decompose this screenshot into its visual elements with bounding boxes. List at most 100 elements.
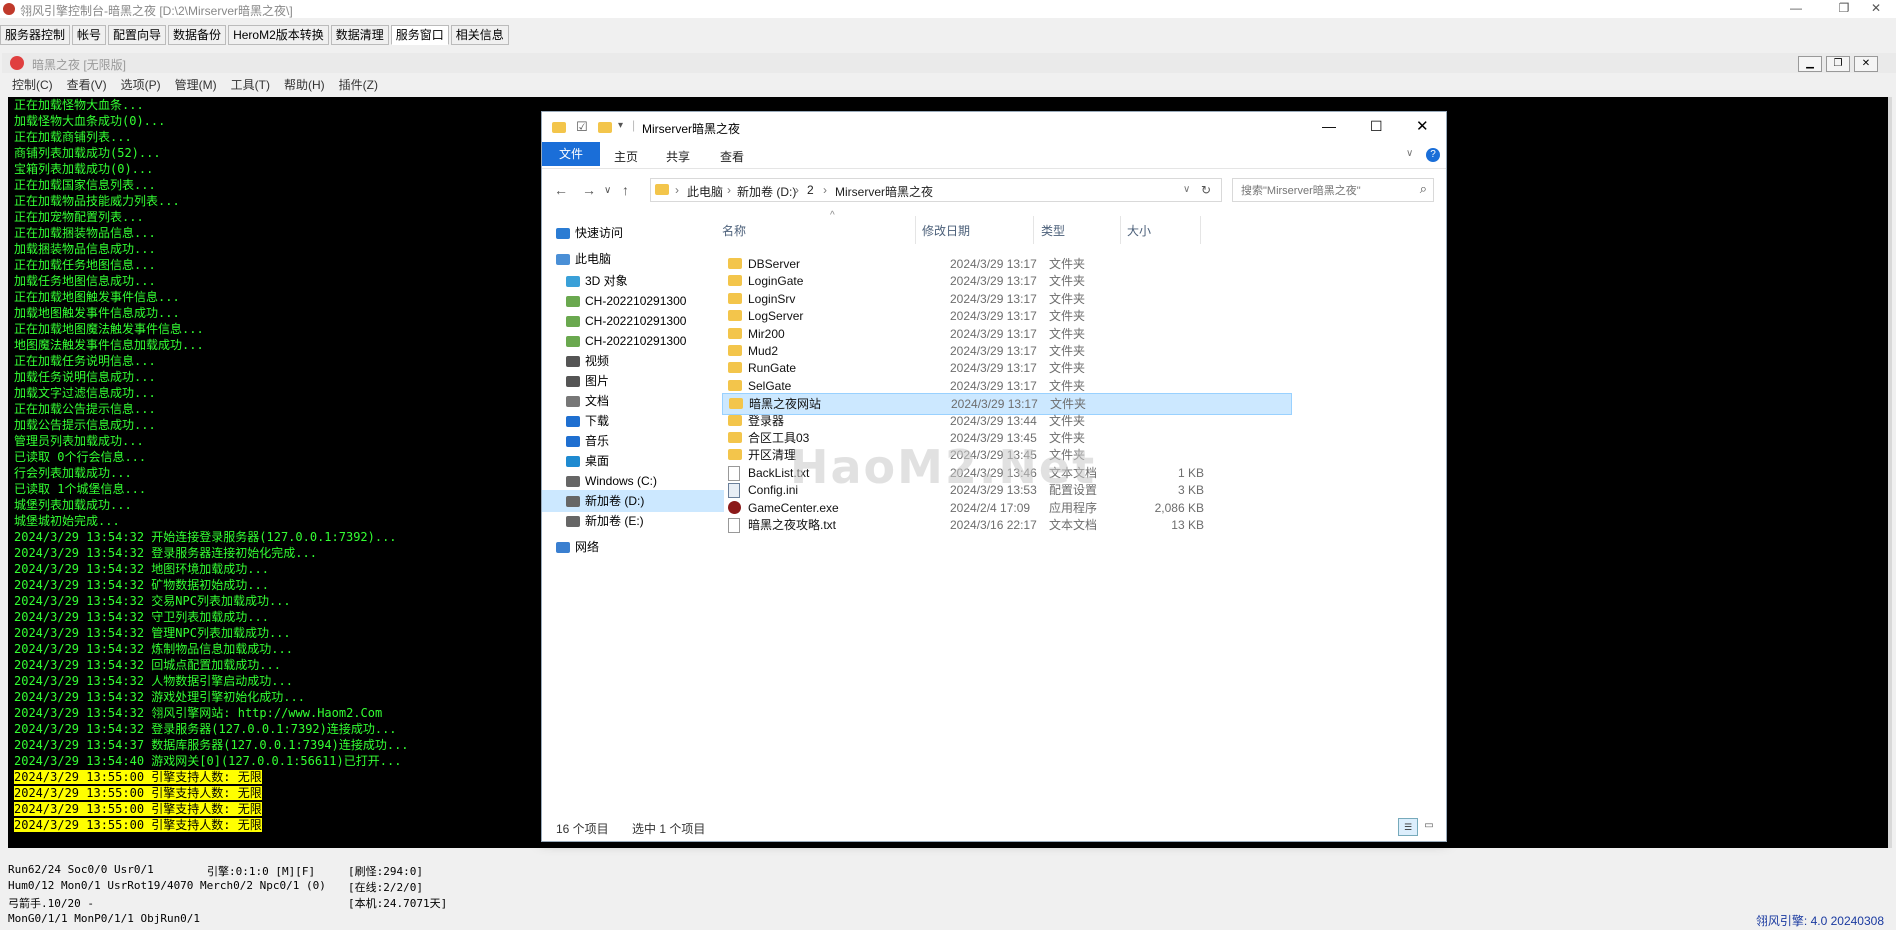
column-divider[interactable] — [1033, 216, 1034, 244]
recent-dropdown-icon[interactable]: ∨ — [604, 185, 611, 196]
refresh-icon[interactable]: ↻ — [1201, 183, 1211, 197]
nav-item[interactable]: 文档 — [542, 390, 724, 412]
forward-arrow-icon[interactable]: → — [582, 182, 596, 198]
music-icon — [566, 436, 580, 448]
uptime-status: [本机:24.7071天] — [348, 897, 448, 910]
nav-item[interactable]: CH-202210291300 — [542, 330, 724, 352]
menu-item-2[interactable]: 选项(P) — [121, 75, 161, 95]
large-icons-view-icon[interactable]: ▭ — [1420, 818, 1438, 834]
status-line-2: Hum0/12 Mon0/1 UsrRot19/4070 Merch0/2 Np… — [8, 879, 326, 892]
item-count: 16 个项目 — [556, 822, 609, 836]
status-line-3: 弓箭手.10/20 - — [8, 897, 94, 910]
nav-item[interactable]: CH-202210291300 — [542, 290, 724, 312]
breadcrumb-current[interactable]: Mirserver暗黑之夜 — [835, 183, 933, 200]
quick-access-dropdown-icon[interactable]: ▾ — [618, 120, 623, 131]
nav-item[interactable]: 视频 — [542, 350, 724, 372]
checkbox-icon[interactable]: ☑ — [576, 119, 588, 135]
tab-1[interactable]: 帐号 — [72, 25, 107, 45]
mdi-minimize-button[interactable]: ▁ — [1798, 56, 1822, 72]
nav-item[interactable]: 新加卷 (E:) — [542, 510, 724, 532]
menu-item-3[interactable]: 管理(M) — [175, 75, 217, 95]
mdi-restore-button[interactable]: ❐ — [1826, 56, 1850, 72]
menu-item-5[interactable]: 帮助(H) — [284, 75, 325, 95]
minimize-icon[interactable]: — — [1776, 1, 1816, 17]
tab-6[interactable]: 服务窗口 — [390, 25, 449, 45]
address-dropdown-icon[interactable]: ∨ — [1183, 184, 1190, 195]
back-arrow-icon[interactable]: ← — [554, 182, 568, 198]
explorer-minimize-icon[interactable]: — — [1322, 118, 1336, 134]
tab-7[interactable]: 相关信息 — [450, 25, 509, 45]
column-header-type[interactable]: 类型 — [1041, 222, 1065, 239]
nav-item[interactable]: CH-202210291300 — [542, 310, 724, 332]
nav-item[interactable]: 网络 — [542, 536, 714, 558]
folder-icon — [728, 327, 742, 339]
breadcrumb-folder-2[interactable]: 2 — [807, 183, 814, 197]
column-divider[interactable] — [1120, 216, 1121, 244]
nav-item[interactable]: 此电脑 — [542, 248, 714, 270]
column-divider[interactable] — [915, 216, 916, 244]
nav-item[interactable]: 桌面 — [542, 450, 724, 472]
folder-icon — [728, 345, 742, 356]
tab-0[interactable]: 服务器控制 — [0, 25, 71, 45]
breadcrumb-this-pc[interactable]: 此电脑 — [687, 183, 723, 200]
file-size: 13 KB — [1171, 518, 1204, 532]
file-row[interactable]: 暗黑之夜攻略.txt 2024/3/16 22:17 文本文档 13 KB — [722, 515, 1290, 535]
menu-item-1[interactable]: 查看(V) — [67, 75, 107, 95]
help-icon[interactable]: ? — [1426, 148, 1440, 162]
search-field[interactable]: ⌕ — [1232, 178, 1434, 202]
explorer-address-row: ← → ∨ ↑ › 此电脑 › 新加卷 (D:) › 2 › Mirserver… — [542, 168, 1446, 212]
explorer-maximize-icon[interactable]: ☐ — [1370, 118, 1383, 135]
close-icon[interactable]: ✕ — [1856, 1, 1896, 17]
text-file-icon — [728, 518, 740, 533]
selected-count: 选中 1 个项目 — [632, 822, 706, 836]
mdi-menu-bar: 控制(C) 查看(V) 选项(P) 管理(M) 工具(T) 帮助(H) 插件(Z) — [2, 75, 378, 95]
menu-item-6[interactable]: 插件(Z) — [339, 75, 378, 95]
tab-5[interactable]: 数据清理 — [330, 25, 389, 45]
explorer-status-bar: 16 个项目 选中 1 个项目 ☰ ▭ — [542, 812, 1446, 840]
tab-4[interactable]: HeroM2版本转换 — [228, 25, 329, 45]
file-type: 文本文档 — [1049, 518, 1098, 532]
explorer-close-icon[interactable]: ✕ — [1416, 117, 1429, 135]
explorer-title: Mirserver暗黑之夜 — [642, 122, 740, 136]
nav-item[interactable]: Windows (C:) — [542, 470, 724, 492]
network-drive-icon — [566, 296, 580, 308]
tab-2[interactable]: 配置向导 — [108, 25, 167, 45]
star-icon — [556, 228, 570, 240]
menu-item-4[interactable]: 工具(T) — [231, 75, 270, 95]
new-folder-icon[interactable] — [598, 122, 612, 133]
nav-item-label: CH-202210291300 — [585, 314, 687, 328]
ribbon-tab-share[interactable]: 共享 — [666, 148, 690, 165]
search-icon[interactable]: ⌕ — [1420, 181, 1427, 197]
separator: | — [632, 118, 636, 132]
mdi-title: 暗黑之夜 [无限版] — [32, 58, 127, 72]
tab-3[interactable]: 数据备份 — [168, 25, 227, 45]
engine-version: 翎风引擎: 4.0 20240308 — [1755, 914, 1884, 928]
address-bar[interactable]: › 此电脑 › 新加卷 (D:) › 2 › Mirserver暗黑之夜 ∨ ↻ — [650, 178, 1222, 202]
column-header-date[interactable]: 修改日期 — [922, 222, 970, 239]
nav-item[interactable]: 快速访问 — [542, 222, 714, 244]
chevron-right-icon: › — [823, 183, 827, 197]
search-input[interactable] — [1239, 181, 1413, 201]
up-arrow-icon[interactable]: ↑ — [622, 182, 629, 198]
ribbon-tab-view[interactable]: 查看 — [720, 148, 744, 165]
ribbon-tab-home[interactable]: 主页 — [614, 148, 638, 165]
column-header-size[interactable]: 大小 — [1127, 222, 1151, 239]
nav-item[interactable]: 音乐 — [542, 430, 724, 452]
file-name: 暗黑之夜攻略.txt — [748, 518, 837, 532]
nav-item[interactable]: 图片 — [542, 370, 724, 392]
mdi-close-button[interactable]: ✕ — [1854, 56, 1878, 72]
folder-icon — [728, 275, 742, 287]
nav-item[interactable]: 新加卷 (D:) — [542, 490, 724, 512]
nav-item[interactable]: 3D 对象 — [542, 270, 724, 292]
column-divider[interactable] — [1200, 216, 1201, 244]
folder-icon — [728, 310, 742, 322]
computer-icon — [556, 254, 570, 266]
menu-item-0[interactable]: 控制(C) — [12, 75, 53, 95]
status-line-4: MonG0/1/1 MonP0/1/1 ObjRun0/1 — [8, 912, 201, 925]
breadcrumb-drive-d[interactable]: 新加卷 (D:) — [737, 183, 796, 200]
column-header-name[interactable]: 名称 — [722, 222, 746, 239]
ribbon-tab-file[interactable]: 文件 — [542, 142, 600, 166]
ribbon-expand-icon[interactable]: ∨ — [1406, 148, 1413, 159]
details-view-icon[interactable]: ☰ — [1398, 818, 1418, 836]
nav-item[interactable]: 下载 — [542, 410, 724, 432]
